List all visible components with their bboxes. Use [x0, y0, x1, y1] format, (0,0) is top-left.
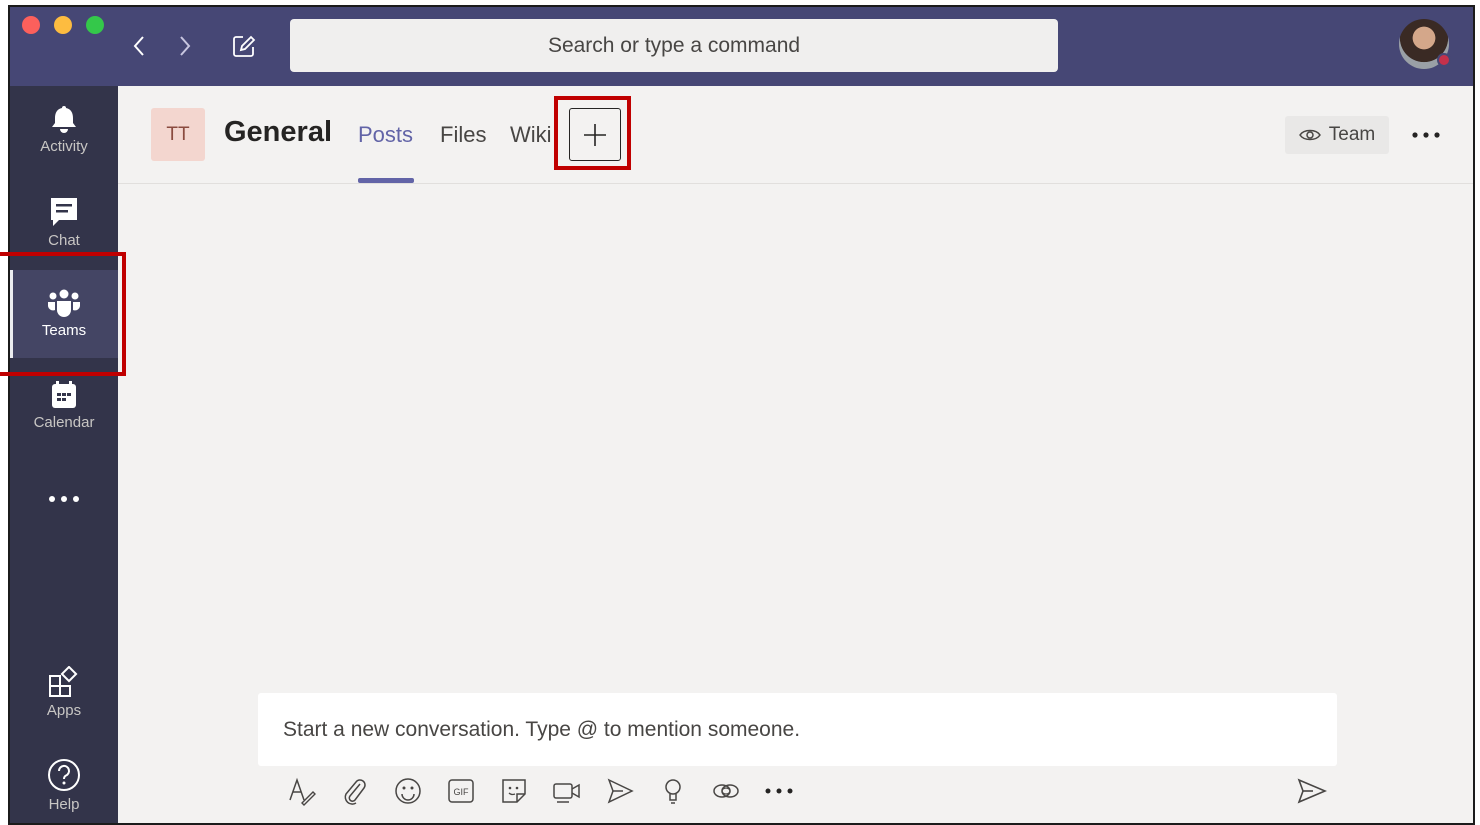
- status-badge: [1437, 53, 1451, 67]
- more-icon[interactable]: [752, 773, 805, 809]
- compose-box[interactable]: Start a new conversation. Type @ to ment…: [258, 693, 1337, 766]
- teams-window: Search or type a command Activity Chat T…: [8, 5, 1475, 825]
- page-title: General: [224, 116, 332, 148]
- chevron-left-icon[interactable]: [126, 31, 152, 61]
- team-button-label: Team: [1328, 124, 1376, 145]
- bell-icon: [52, 106, 76, 133]
- tab-posts[interactable]: Posts: [358, 122, 413, 148]
- app-rail: Activity Chat Teams Calendar Apps Help: [10, 86, 118, 823]
- rail-item-label: Help: [48, 796, 80, 813]
- tab-files[interactable]: Files: [440, 122, 486, 148]
- rail-item-apps[interactable]: Apps: [10, 648, 118, 736]
- svg-text:GIF: GIF: [453, 787, 469, 797]
- new-chat-icon[interactable]: [229, 31, 259, 61]
- idea-icon[interactable]: [646, 773, 699, 809]
- rail-item-label: Apps: [46, 702, 82, 719]
- team-avatar[interactable]: TT: [151, 108, 205, 161]
- emoji-icon[interactable]: [381, 773, 434, 809]
- channel-header: TT General Posts Files Wiki Team: [118, 86, 1473, 184]
- calendar-icon: [52, 381, 76, 408]
- chevron-right-icon[interactable]: [172, 31, 198, 61]
- teams-highlight-box: [0, 252, 126, 376]
- active-tab-indicator: [358, 178, 414, 183]
- more-options-button[interactable]: [1409, 116, 1443, 154]
- title-bar: Search or type a command: [10, 7, 1473, 86]
- more-icon: [49, 496, 79, 502]
- apps-icon: [49, 666, 78, 697]
- loop-icon[interactable]: [699, 773, 752, 809]
- zoom-window-button[interactable]: [86, 16, 104, 34]
- gif-icon[interactable]: GIF: [434, 773, 487, 809]
- meet-now-icon[interactable]: [540, 773, 593, 809]
- rail-item-label: Calendar: [33, 414, 95, 431]
- chat-icon: [51, 198, 77, 226]
- eye-icon: [1298, 129, 1321, 141]
- add-tab-highlight-box: [554, 96, 631, 170]
- sticker-icon[interactable]: [487, 773, 540, 809]
- minimize-window-button[interactable]: [54, 16, 72, 34]
- team-button[interactable]: Team: [1285, 116, 1389, 154]
- praise-icon[interactable]: [593, 773, 646, 809]
- rail-item-more[interactable]: [10, 456, 118, 516]
- format-icon[interactable]: [275, 773, 328, 809]
- rail-item-activity[interactable]: Activity: [10, 86, 118, 174]
- search-input[interactable]: Search or type a command: [290, 19, 1058, 72]
- compose-toolbar: GIF: [275, 773, 805, 809]
- help-icon: [48, 759, 80, 791]
- send-icon[interactable]: [1292, 773, 1332, 809]
- tab-wiki[interactable]: Wiki: [510, 122, 552, 148]
- rail-item-help[interactable]: Help: [10, 740, 118, 823]
- rail-item-label: Chat: [48, 232, 80, 249]
- rail-item-label: Activity: [40, 138, 88, 155]
- attach-icon[interactable]: [328, 773, 381, 809]
- close-window-button[interactable]: [22, 16, 40, 34]
- avatar[interactable]: [1399, 19, 1451, 69]
- more-icon: [1412, 132, 1440, 138]
